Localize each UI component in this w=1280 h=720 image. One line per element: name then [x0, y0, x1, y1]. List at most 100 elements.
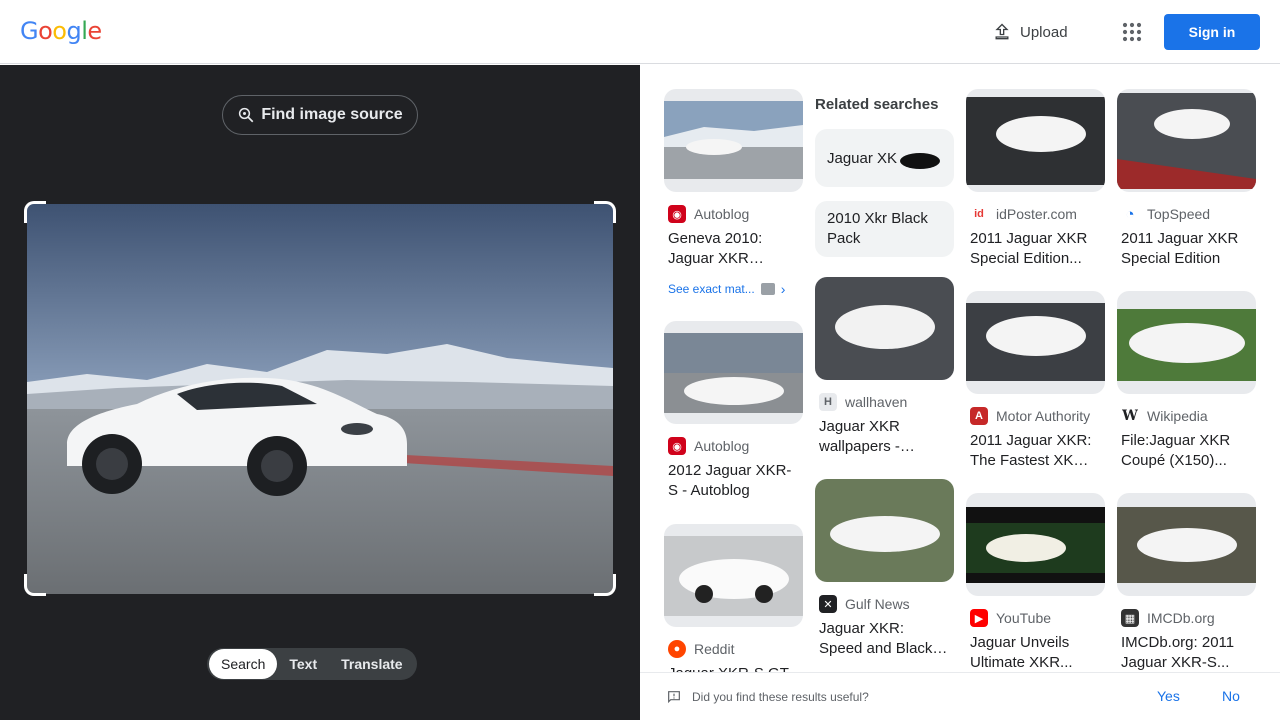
source-name: idPoster.com: [996, 206, 1077, 222]
source-name: Autoblog: [694, 206, 750, 222]
logo-letter: g: [66, 17, 82, 45]
result-card[interactable]: id idPoster.com 2011 Jaguar XKR Special …: [966, 89, 1105, 269]
result-source: ✕ Gulf News: [815, 595, 954, 613]
mode-translate[interactable]: Translate: [329, 649, 414, 679]
car-thumbnail: [815, 479, 954, 582]
mode-search[interactable]: Search: [209, 649, 278, 679]
result-thumbnail[interactable]: [664, 89, 803, 192]
feedback-question: Did you find these results useful?: [692, 689, 869, 704]
result-title[interactable]: 2012 Jaguar XKR-S - Autoblog: [664, 461, 799, 501]
car-thumbnail: [1117, 309, 1256, 381]
result-title[interactable]: Jaguar XKR wallpapers - wallhaven: [815, 417, 950, 457]
search-mode-toggle: Search Text Translate: [207, 648, 417, 680]
result-source: ◉ Autoblog: [664, 437, 803, 455]
related-search-chip[interactable]: 2010 Xkr Black Pack: [815, 201, 954, 257]
car-thumbnail: [815, 277, 954, 380]
crop-handle-bottom-left[interactable]: [24, 574, 46, 596]
idposter-icon: id: [970, 205, 988, 223]
car-photo: [27, 204, 613, 594]
result-thumbnail[interactable]: [664, 321, 803, 424]
feedback-yes-button[interactable]: Yes: [1157, 688, 1180, 704]
find-image-source-button[interactable]: Find image source: [222, 95, 418, 135]
result-card[interactable]: ● Reddit Jaguar XKR-S GT: [664, 524, 803, 684]
reddit-icon: ●: [668, 640, 686, 658]
result-card[interactable]: ▦ IMCDb.org IMCDb.org: 2011 Jaguar XKR-S…: [1117, 493, 1256, 673]
topspeed-icon: ◔: [1121, 205, 1139, 223]
header: Google Upload Sign in: [0, 0, 1280, 64]
car-thumbnail: [966, 303, 1105, 381]
car-thumbnail: [966, 97, 1105, 185]
result-card[interactable]: W Wikipedia File:Jaguar XKR Coupé (X150)…: [1117, 291, 1256, 471]
crop-handle-top-left[interactable]: [24, 201, 46, 223]
result-source: ◉ Autoblog: [664, 205, 803, 223]
result-thumbnail[interactable]: [966, 89, 1105, 192]
result-title[interactable]: Jaguar Unveils Ultimate XKR...: [966, 633, 1101, 673]
result-card[interactable]: H wallhaven Jaguar XKR wallpapers - wall…: [815, 277, 954, 457]
upload-icon: [995, 23, 1009, 40]
result-thumbnail[interactable]: [966, 291, 1105, 394]
upload-button[interactable]: Upload: [992, 20, 1068, 44]
gulf-news-icon: ✕: [819, 595, 837, 613]
source-name: IMCDb.org: [1147, 610, 1215, 626]
result-title[interactable]: Jaguar XKR: Speed and Black Pack | Gulf …: [815, 619, 950, 659]
result-source: W Wikipedia: [1117, 407, 1256, 425]
result-thumbnail[interactable]: [1117, 89, 1256, 192]
result-title[interactable]: File:Jaguar XKR Coupé (X150)...: [1117, 431, 1252, 471]
see-exact-matches-link[interactable]: See exact mat... ›: [664, 281, 803, 297]
result-thumbnail[interactable]: [815, 277, 954, 380]
result-thumbnail[interactable]: [664, 524, 803, 627]
chip-label: Jaguar XK: [827, 149, 898, 167]
chip-label: 2010 Xkr Black Pack: [827, 210, 928, 247]
apps-grid-icon[interactable]: [1120, 20, 1144, 44]
sign-in-button[interactable]: Sign in: [1164, 14, 1260, 50]
source-name: Gulf News: [845, 596, 910, 612]
source-name: Reddit: [694, 641, 735, 657]
crop-handle-top-right[interactable]: [594, 201, 616, 223]
result-thumbnail[interactable]: [966, 493, 1105, 596]
motor-authority-icon: A: [970, 407, 988, 425]
lens-search-icon: [239, 107, 254, 123]
imcdb-icon: ▦: [1121, 609, 1139, 627]
result-title[interactable]: 2011 Jaguar XKR Special Edition...: [966, 229, 1101, 269]
related-search-chip[interactable]: Jaguar XK: [815, 129, 954, 187]
result-card[interactable]: ◔ TopSpeed 2011 Jaguar XKR Special Editi…: [1117, 89, 1256, 269]
source-name: Motor Authority: [996, 408, 1091, 424]
chevron-right-icon: ›: [780, 281, 786, 297]
result-card[interactable]: A Motor Authority 2011 Jaguar XKR: The F…: [966, 291, 1105, 471]
wallhaven-icon: H: [819, 393, 837, 411]
result-thumbnail[interactable]: [815, 479, 954, 582]
car-thumbnail: [900, 153, 940, 169]
result-source: ◔ TopSpeed: [1117, 205, 1256, 223]
result-title[interactable]: IMCDb.org: 2011 Jaguar XKR-S...: [1117, 633, 1252, 673]
find-image-source-label: Find image source: [261, 106, 403, 123]
result-source: ▦ IMCDb.org: [1117, 609, 1256, 627]
result-title[interactable]: 2011 Jaguar XKR: The Fastest XK Ever: [966, 431, 1101, 471]
result-thumbnail[interactable]: [1117, 493, 1256, 596]
crop-handle-bottom-right[interactable]: [594, 574, 616, 596]
result-card[interactable]: ▶ YouTube Jaguar Unveils Ultimate XKR...: [966, 493, 1105, 673]
result-source: id idPoster.com: [966, 205, 1105, 223]
result-thumbnail[interactable]: [1117, 291, 1256, 394]
car-thumbnail: [1117, 507, 1256, 583]
feedback-icon: [668, 690, 680, 703]
autoblog-icon: ◉: [668, 205, 686, 223]
result-title[interactable]: 2011 Jaguar XKR Special Edition: [1117, 229, 1252, 269]
feedback-no-button[interactable]: No: [1222, 688, 1240, 704]
car-thumbnail: [1117, 93, 1256, 189]
exact-match-label: See exact mat...: [668, 282, 755, 296]
youtube-icon: ▶: [970, 609, 988, 627]
result-card[interactable]: ◉ Autoblog 2012 Jaguar XKR-S - Autoblog: [664, 321, 803, 501]
result-card[interactable]: ✕ Gulf News Jaguar XKR: Speed and Black …: [815, 479, 954, 659]
logo-letter: G: [20, 17, 39, 45]
autoblog-icon: ◉: [668, 437, 686, 455]
car-thumbnail: [664, 536, 803, 616]
google-logo[interactable]: Google: [20, 17, 102, 45]
query-image: [27, 204, 613, 594]
car-thumbnail: [966, 507, 1105, 583]
result-title[interactable]: Geneva 2010: Jaguar XKR Special Edition: [664, 229, 799, 269]
feedback-bar: Did you find these results useful? Yes N…: [640, 672, 1280, 720]
mode-text[interactable]: Text: [277, 649, 329, 679]
logo-letter: o: [38, 17, 53, 45]
car-thumbnail: [664, 101, 803, 179]
result-card[interactable]: ◉ Autoblog Geneva 2010: Jaguar XKR Speci…: [664, 89, 803, 297]
